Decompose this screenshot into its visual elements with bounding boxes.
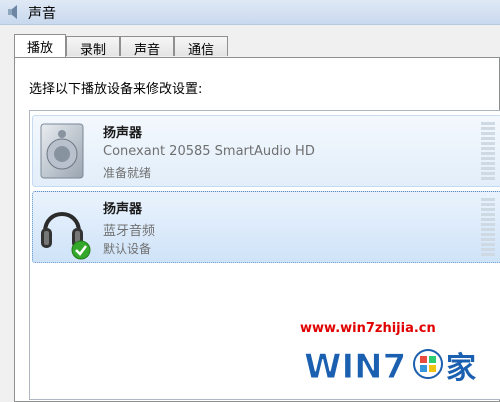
tab-strip: 播放 录制 声音 通信 — [14, 34, 494, 58]
device-item-bluetooth-speaker[interactable]: 扬声器 蓝牙音频 默认设备 — [32, 191, 500, 263]
green-check-icon — [71, 240, 91, 260]
device-description: Conexant 20585 SmartAudio HD — [103, 144, 315, 159]
svg-text:WIN7: WIN7 — [304, 347, 406, 386]
speaker-icon — [40, 123, 84, 179]
volume-meter — [481, 198, 495, 256]
tab-communications[interactable]: 通信 — [174, 36, 228, 58]
device-description: 蓝牙音频 — [103, 224, 156, 239]
device-name: 扬声器 — [103, 202, 143, 217]
device-name: 扬声器 — [103, 126, 143, 141]
instruction-text: 选择以下播放设备来修改设置: — [29, 82, 203, 97]
tab-sounds[interactable]: 声音 — [120, 36, 174, 58]
window-title: 声音 — [28, 6, 56, 22]
device-status: 默认设备 — [103, 242, 152, 256]
svg-text:家: 家 — [446, 351, 476, 386]
tab-recording[interactable]: 录制 — [66, 36, 120, 58]
title-bar[interactable]: 声音 — [0, 0, 500, 25]
device-item-speaker[interactable]: 扬声器 Conexant 20585 SmartAudio HD 准备就绪 — [32, 115, 500, 187]
tab-playback[interactable]: 播放 — [14, 34, 66, 57]
volume-meter — [481, 122, 495, 180]
device-status: 准备就绪 — [103, 166, 152, 180]
sound-icon — [8, 5, 17, 19]
win7-logo: WIN7 家 — [304, 347, 476, 387]
watermark-url: www.win7zhijia.cn — [300, 321, 436, 336]
